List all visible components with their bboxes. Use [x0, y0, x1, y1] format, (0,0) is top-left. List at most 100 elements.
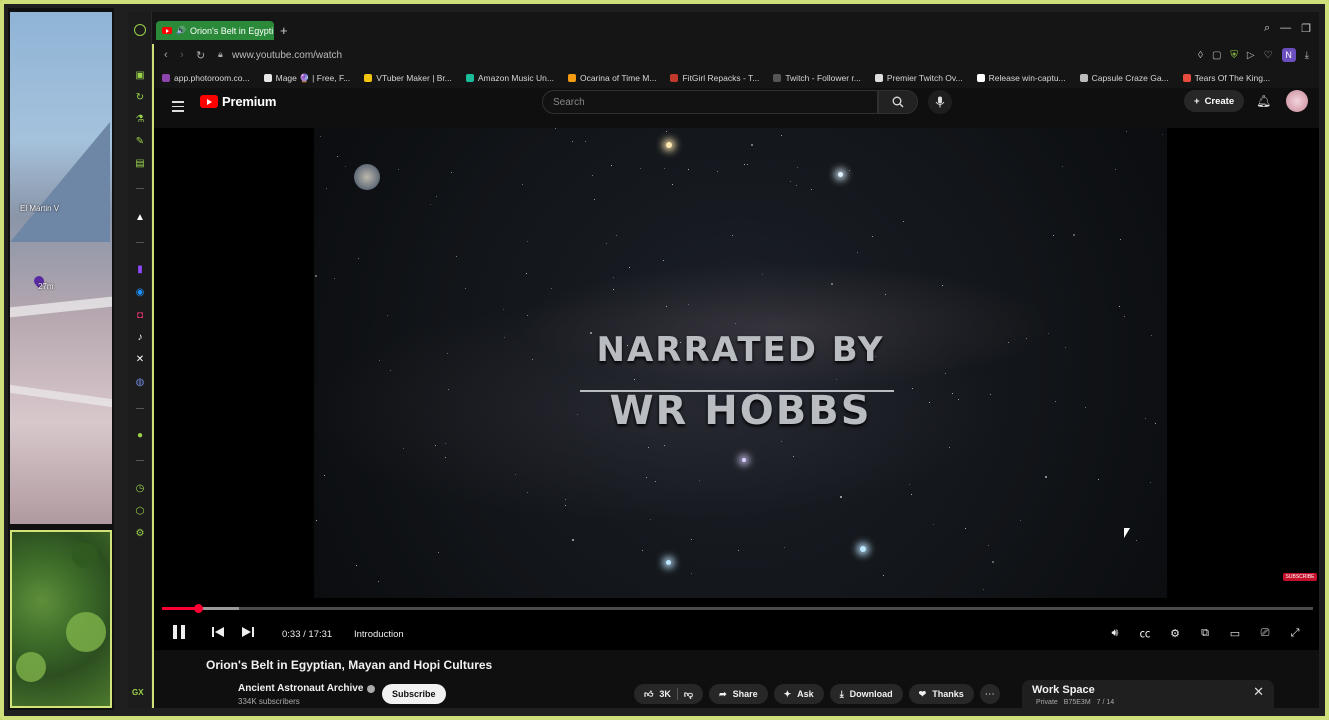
star: [436, 196, 437, 197]
overlay-narrated-by: NARRATED BY: [596, 330, 885, 370]
back-icon[interactable]: ‹: [164, 49, 168, 61]
ask-label: Ask: [797, 689, 814, 699]
x-icon[interactable]: ✕: [134, 354, 146, 366]
progress-bar[interactable]: [162, 604, 1313, 613]
bookmark-item[interactable]: Amazon Music Un...: [465, 73, 554, 83]
messenger-icon[interactable]: ◉: [134, 287, 146, 299]
minimize-icon[interactable]: —: [1280, 22, 1291, 35]
url-field[interactable]: www.youtube.com/watch: [232, 50, 342, 61]
channel-name[interactable]: Ancient Astronaut Archive: [238, 683, 376, 694]
dislike-icon[interactable]: 👎︎: [684, 689, 693, 700]
address-bar-actions: ◊ ▢ ⛨ ▷ ♡ N ⤓: [1198, 48, 1309, 62]
bookmark-item[interactable]: Twitch - Follower r...: [773, 73, 861, 83]
reload-page-icon[interactable]: ↻: [196, 49, 205, 62]
like-count[interactable]: 3K: [659, 689, 671, 699]
aria-icon[interactable]: ▲: [134, 212, 146, 224]
close-icon[interactable]: ✕: [1253, 684, 1264, 700]
bookmark-item[interactable]: Ocarina of Time M...: [567, 73, 656, 83]
more-actions-icon[interactable]: ⋯: [979, 684, 1000, 704]
create-button[interactable]: + Create: [1184, 90, 1245, 112]
bookmark-item[interactable]: Capsule Craze Ga...: [1079, 73, 1169, 83]
video-frame[interactable]: NARRATED BY WR HOBBS: [314, 128, 1167, 598]
downloads-icon[interactable]: ⤓: [1305, 50, 1309, 61]
fullscreen-icon[interactable]: ⤢: [1287, 625, 1303, 641]
channel-watermark-icon[interactable]: [354, 164, 380, 190]
gx-label: GX: [132, 688, 144, 697]
heart-icon[interactable]: ♡: [1264, 50, 1273, 61]
opera-logo-icon[interactable]: [134, 24, 146, 36]
star: [642, 550, 643, 551]
volume-icon[interactable]: 🔊︎: [1107, 625, 1123, 641]
bookmark-item[interactable]: FitGirl Repacks - T...: [670, 73, 759, 83]
bookmark-item[interactable]: Tears Of The King...: [1182, 73, 1270, 83]
snapshot-icon[interactable]: ▢: [1212, 50, 1221, 61]
reload-icon[interactable]: ↻: [134, 92, 146, 104]
video-player[interactable]: NARRATED BY WR HOBBS: [152, 128, 1319, 618]
bookmark-item[interactable]: Release win-captu...: [976, 73, 1066, 83]
bookmark-item[interactable]: Mage 🔮 | Free, F...: [263, 73, 350, 84]
star: [430, 204, 431, 205]
star: [1073, 234, 1075, 236]
player-icon[interactable]: ▷: [1247, 50, 1255, 61]
bookmark-item[interactable]: Premier Twitch Ov...: [874, 73, 963, 83]
star: [398, 169, 399, 170]
player-controls: 0:33 / 17:31 Introduction 🔊︎ ㏄ ⚙ ⧉ ▭ ⎚ ⤢: [152, 618, 1319, 650]
share-button[interactable]: ➦ Share: [709, 684, 768, 704]
search-tabs-icon[interactable]: ⌕: [1264, 22, 1270, 35]
new-tab-icon[interactable]: +: [280, 23, 288, 38]
bookmark-icon[interactable]: ◊: [1198, 50, 1203, 61]
notifications-bell-icon[interactable]: 🔔︎: [1256, 94, 1271, 108]
search-button[interactable]: [878, 90, 918, 114]
search-input[interactable]: Search: [542, 90, 878, 114]
notes-icon[interactable]: ✎: [134, 136, 146, 148]
captions-icon[interactable]: ㏄: [1137, 625, 1153, 641]
subscribe-button[interactable]: Subscribe: [382, 684, 446, 704]
speed-dial-icon[interactable]: ▣: [134, 70, 146, 82]
voice-search-button[interactable]: [928, 90, 952, 114]
bookmarks-bar: app.photoroom.co... Mage 🔮 | Free, F... VT…: [152, 68, 1319, 88]
extensions-icon[interactable]: ⬡: [134, 506, 146, 518]
star: [465, 288, 466, 289]
star: [872, 236, 873, 237]
instagram-icon[interactable]: ◘: [134, 310, 146, 322]
settings-icon[interactable]: ⚙: [1167, 625, 1183, 641]
vpn-shield-icon[interactable]: ⛨: [1230, 50, 1238, 61]
miniplayer-icon[interactable]: ⧉: [1197, 625, 1213, 641]
previous-icon[interactable]: [212, 626, 224, 641]
discord-icon[interactable]: ◍: [134, 377, 146, 389]
like-icon[interactable]: 👍︎: [644, 689, 653, 700]
cast-icon[interactable]: ⎚: [1257, 625, 1273, 641]
forward-icon[interactable]: ›: [180, 49, 184, 61]
twitch-icon[interactable]: ▮: [134, 264, 146, 276]
tiktok-icon[interactable]: ♪: [134, 332, 146, 344]
settings-gear-icon[interactable]: ⚙: [134, 528, 146, 540]
star: [627, 345, 628, 346]
subscribe-badge[interactable]: SUBSCRIBE: [1283, 573, 1317, 581]
download-button[interactable]: ⤓ Download: [829, 684, 903, 704]
youtube-logo[interactable]: Premium: [200, 94, 276, 109]
bookmark-item[interactable]: app.photoroom.co...: [162, 73, 250, 83]
menu-icon[interactable]: [172, 101, 184, 115]
restore-icon[interactable]: ❐: [1301, 22, 1311, 35]
star: [565, 499, 566, 500]
star: [990, 394, 991, 395]
status-dot-icon[interactable]: ●: [134, 430, 146, 442]
pause-icon[interactable]: [172, 624, 186, 643]
history-icon[interactable]: ◷: [134, 483, 146, 495]
tab-active[interactable]: 🔊 Orion's Belt in Egypti: [156, 21, 274, 40]
bookmark-item[interactable]: VTuber Maker | Br...: [364, 73, 452, 83]
profile-avatar[interactable]: N: [1281, 48, 1296, 62]
account-avatar[interactable]: [1286, 90, 1308, 112]
ai-icon[interactable]: ⚗: [134, 114, 146, 126]
next-icon[interactable]: [242, 626, 254, 641]
chapter-title[interactable]: Introduction: [354, 629, 404, 640]
star: [691, 573, 692, 574]
news-icon[interactable]: ▤: [134, 158, 146, 170]
theater-mode-icon[interactable]: ▭: [1227, 625, 1243, 641]
star: [526, 273, 527, 274]
thanks-button[interactable]: ❤︎ Thanks: [908, 684, 974, 704]
channel-name-text[interactable]: Ancient Astronaut Archive: [238, 683, 363, 694]
ask-button[interactable]: ✦ Ask: [773, 684, 824, 704]
star: [983, 589, 984, 590]
progress-scrubber[interactable]: [193, 604, 203, 613]
